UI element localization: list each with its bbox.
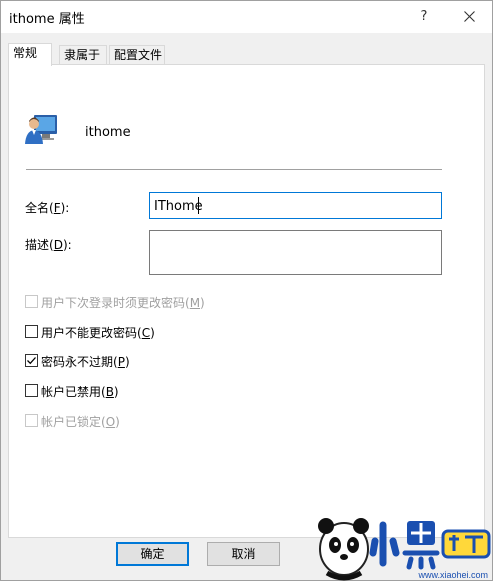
user-account-icon: [25, 115, 57, 144]
checkbox-label: 帐户已禁用(B): [41, 385, 119, 399]
checkbox-box[interactable]: [25, 325, 38, 338]
fullname-field[interactable]: [149, 192, 442, 219]
dialog-body: 常规 隶属于 配置文件 ithome 全名(F): 描述(D):: [1, 33, 492, 580]
checkbox-box[interactable]: [25, 414, 38, 427]
checkbox-label: 用户下次登录时须更改密码(M): [41, 296, 205, 310]
properties-dialog: ithome 属性 ? 常规 隶属于 配置文件 ithome 全名(F): IT…: [0, 0, 493, 581]
description-input[interactable]: [154, 234, 434, 272]
site-watermark: www.xiaohei.com: [299, 511, 493, 582]
window-title: ithome 属性: [9, 12, 85, 27]
checkbox-label: 帐户已锁定(O): [41, 415, 120, 429]
close-icon: [464, 11, 475, 22]
user-name: ithome: [85, 125, 131, 140]
tab-member-of[interactable]: 隶属于: [59, 45, 107, 65]
general-panel: ithome 全名(F): 描述(D): 用户下次登录时须更改密码(M) 用户不…: [8, 64, 485, 538]
divider: [26, 169, 442, 170]
checkbox-box[interactable]: [25, 295, 38, 308]
checkbox-box[interactable]: [25, 354, 38, 367]
cancel-button[interactable]: 取消: [207, 542, 280, 566]
help-button[interactable]: ?: [401, 1, 447, 32]
text-caret: [198, 197, 199, 214]
description-label: 描述(D):: [25, 238, 72, 252]
checkmark-icon: [27, 357, 36, 365]
watermark-url: www.xiaohei.com: [418, 570, 488, 580]
tab-profile[interactable]: 配置文件: [109, 45, 165, 65]
title-bar[interactable]: ithome 属性 ?: [1, 1, 492, 33]
fullname-label: 全名(F):: [25, 201, 70, 215]
checkbox-label: 用户不能更改密码(C): [41, 326, 155, 340]
fullname-input[interactable]: [154, 197, 434, 215]
checkbox-box[interactable]: [25, 384, 38, 397]
description-field[interactable]: [149, 230, 442, 275]
ok-button[interactable]: 确定: [116, 542, 189, 566]
tab-general[interactable]: 常规: [8, 43, 52, 66]
close-button[interactable]: [447, 1, 492, 32]
checkbox-label: 密码永不过期(P): [41, 355, 130, 369]
